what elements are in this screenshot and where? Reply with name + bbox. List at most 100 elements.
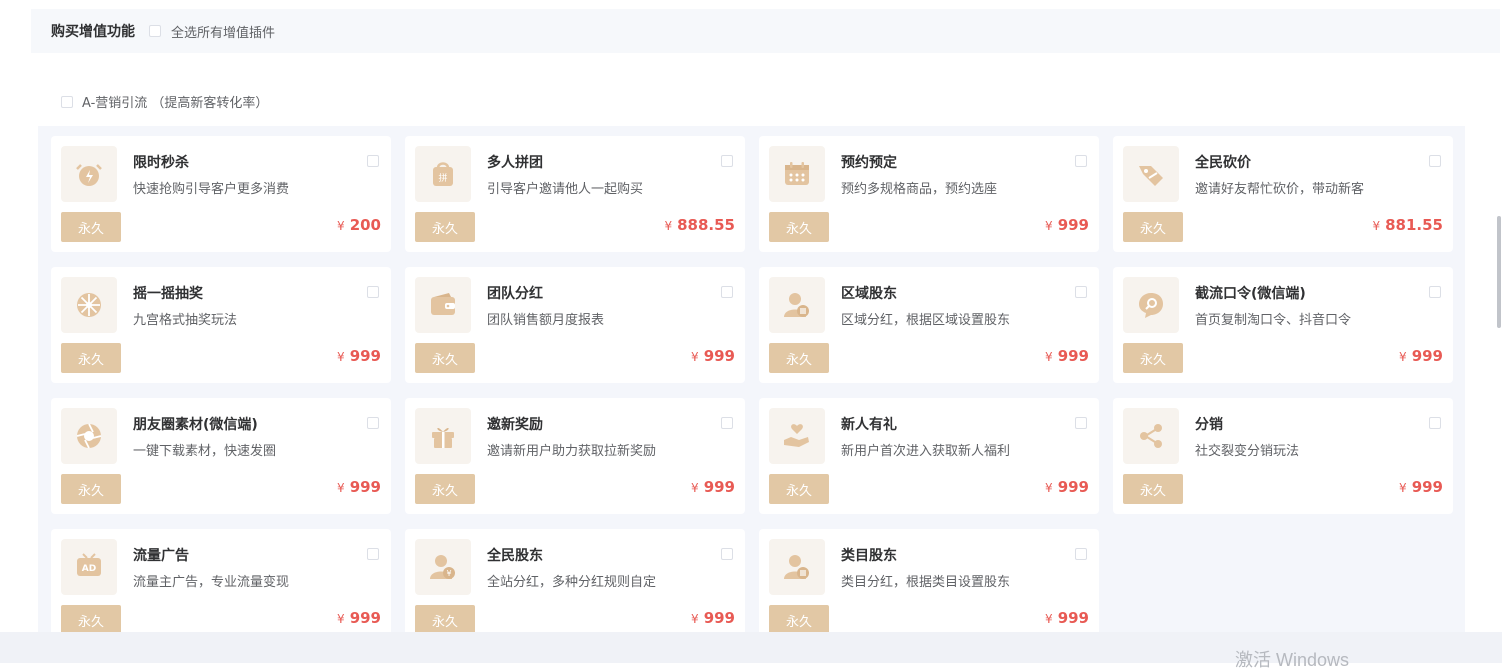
duration-badge: 永久 (61, 212, 121, 242)
plugin-card[interactable]: 截流口令(微信端) 首页复制淘口令、抖音口令 永久 ¥999 (1113, 267, 1453, 383)
category-label[interactable]: A-营销引流 （提高新客转化率） (82, 92, 268, 111)
page-title: 购买增值功能 (51, 24, 135, 40)
plugin-checkbox[interactable] (1429, 155, 1441, 167)
duration-badge: 永久 (415, 605, 475, 635)
currency-symbol: ¥ (1372, 219, 1381, 233)
plugin-card[interactable]: 拼 多人拼团 引导客户邀请他人一起购买 永久 ¥888.55 (405, 136, 745, 252)
plugin-card[interactable]: 分销 社交裂变分销玩法 永久 ¥999 (1113, 398, 1453, 514)
plugin-card[interactable]: 限时秒杀 快速抢购引导客户更多消费 永久 ¥200 (51, 136, 391, 252)
plugin-name: 限时秒杀 (133, 155, 189, 171)
plugin-checkbox[interactable] (1075, 286, 1087, 298)
svg-text:¥: ¥ (446, 569, 451, 578)
price-tag-icon (1123, 146, 1179, 202)
plugin-price: ¥999 (337, 609, 381, 627)
plugin-description: 流量主广告，专业流量变现 (133, 575, 290, 590)
category-checkbox[interactable] (61, 95, 73, 108)
plugin-checkbox[interactable] (367, 155, 379, 167)
alarm-clock-icon (61, 146, 117, 202)
plugin-checkbox[interactable] (367, 548, 379, 560)
plugin-description: 引导客户邀请他人一起购买 (487, 182, 644, 197)
plugin-card[interactable]: 预约预定 预约多规格商品，预约选座 永久 ¥999 (759, 136, 1099, 252)
plugin-price: ¥999 (1045, 478, 1089, 496)
price-value: 999 (1057, 478, 1089, 496)
currency-symbol: ¥ (691, 350, 699, 364)
duration-badge: 永久 (769, 212, 829, 242)
duration-badge: 永久 (1123, 474, 1183, 504)
price-value: 999 (349, 609, 381, 627)
plugin-checkbox[interactable] (1075, 155, 1087, 167)
plugin-description: 首页复制淘口令、抖音口令 (1195, 313, 1352, 328)
plugin-name: 全民股东 (487, 548, 543, 564)
gift-icon (415, 408, 471, 464)
price-value: 999 (1057, 216, 1089, 234)
currency-symbol: ¥ (691, 481, 699, 495)
chat-search-icon (1123, 277, 1179, 333)
plugin-price: ¥999 (691, 347, 735, 365)
plugin-name: 全民砍价 (1195, 155, 1251, 171)
duration-badge: 永久 (769, 605, 829, 635)
scrollbar-thumb[interactable] (1497, 216, 1501, 328)
plugin-name: 类目股东 (841, 548, 897, 564)
plugin-card[interactable]: 朋友圈素材(微信端) 一键下载素材，快速发圈 永久 ¥999 (51, 398, 391, 514)
plugin-description: 预约多规格商品，预约选座 (841, 182, 998, 197)
shopping-bag-icon: 拼 (415, 146, 471, 202)
plugin-checkbox[interactable] (1429, 417, 1441, 429)
currency-symbol: ¥ (1045, 350, 1053, 364)
plugin-name: 分销 (1195, 417, 1223, 433)
duration-badge: 永久 (415, 343, 475, 373)
shareholder-icon (769, 277, 825, 333)
plugin-card[interactable]: 邀新奖励邀请新用户助力获取拉新奖励 永久 ¥999 (405, 398, 745, 514)
price-value: 999 (1057, 347, 1089, 365)
duration-badge: 永久 (61, 474, 121, 504)
svg-text:拼: 拼 (438, 172, 447, 184)
plugin-checkbox[interactable] (367, 417, 379, 429)
plugin-card[interactable]: 类目股东 类目分红，根据类目设置股东 永久 ¥999 (759, 529, 1099, 645)
plugin-card[interactable]: ¥ 全民股东 全站分红，多种分红规则自定 永久 ¥999 (405, 529, 745, 645)
windows-activation-watermark: 激活 Windows (1235, 650, 1350, 670)
plugin-checkbox[interactable] (721, 548, 733, 560)
price-value: 999 (349, 347, 381, 365)
header-bar: 购买增值功能 全选所有增值插件 (31, 9, 1500, 53)
currency-symbol: ¥ (1045, 219, 1053, 233)
plugin-checkbox[interactable] (721, 417, 733, 429)
price-value: 999 (703, 347, 735, 365)
plugin-card[interactable]: 团队分红 团队销售额月度报表 永久 ¥999 (405, 267, 745, 383)
plugin-card[interactable]: 摇一摇抽奖 九宫格式抽奖玩法 永久 ¥999 (51, 267, 391, 383)
plugin-card[interactable]: AD 流量广告 流量主广告，专业流量变现 永久 ¥999 (51, 529, 391, 645)
plugin-checkbox[interactable] (721, 155, 733, 167)
plugin-description: 邀请新用户助力获取拉新奖励 (487, 444, 657, 459)
plugin-price: ¥999 (1045, 347, 1089, 365)
currency-symbol: ¥ (1045, 612, 1053, 626)
plugin-checkbox[interactable] (1075, 417, 1087, 429)
plugin-description: 新用户首次进入获取新人福利 (841, 444, 1011, 459)
plugin-price: ¥999 (691, 609, 735, 627)
select-all-checkbox[interactable] (149, 25, 161, 37)
currency-symbol: ¥ (337, 219, 345, 233)
plugin-checkbox[interactable] (721, 286, 733, 298)
duration-badge: 永久 (1123, 212, 1183, 242)
select-all-label[interactable]: 全选所有增值插件 (171, 22, 275, 41)
duration-badge: 永久 (415, 474, 475, 504)
plugin-card[interactable]: 区域股东 区域分红，根据区域设置股东 永久 ¥999 (759, 267, 1099, 383)
plugin-card[interactable]: 全民砍价 邀请好友帮忙砍价，带动新客 永久 ¥881.55 (1113, 136, 1453, 252)
plugin-card[interactable]: 新人有礼 新用户首次进入获取新人福利 永久 ¥999 (759, 398, 1099, 514)
plugin-name: 朋友圈素材(微信端) (133, 417, 258, 433)
duration-badge: 永久 (415, 212, 475, 242)
plugin-grid: 限时秒杀 快速抢购引导客户更多消费 永久 ¥200 拼 多人拼团 引导客户邀请他人一起购买永… (51, 136, 1453, 645)
plugin-name: 截流口令(微信端) (1195, 286, 1306, 302)
currency-symbol: ¥ (1045, 481, 1053, 495)
plugin-checkbox[interactable] (367, 286, 379, 298)
plugin-price: ¥881.55 (1372, 216, 1443, 234)
category-header: A-营销引流 （提高新客转化率） (61, 92, 268, 111)
plugin-price: ¥999 (1045, 609, 1089, 627)
plugin-checkbox[interactable] (1075, 548, 1087, 560)
plugin-price: ¥200 (337, 216, 381, 234)
plugin-name: 邀新奖励 (487, 417, 543, 433)
price-value: 999 (349, 478, 381, 496)
plugin-checkbox[interactable] (1429, 286, 1441, 298)
price-value: 999 (1411, 347, 1443, 365)
price-value: 200 (349, 216, 381, 234)
plugin-price: ¥999 (337, 478, 381, 496)
plugin-description: 团队销售额月度报表 (487, 313, 605, 328)
price-value: 999 (703, 478, 735, 496)
